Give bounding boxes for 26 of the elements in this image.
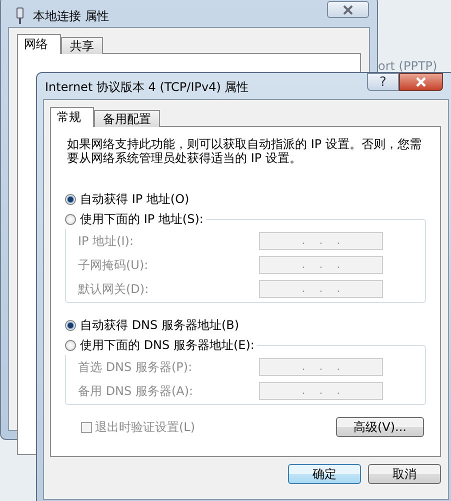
field-label: 默认网关(D): <box>78 280 149 298</box>
field-label: IP 地址(I): <box>78 232 134 250</box>
tab[interactable]: 网络 <box>17 34 61 54</box>
advanced-button[interactable]: 高级(V)... <box>336 417 424 437</box>
close-icon <box>415 77 427 87</box>
window-title: 本地连接 属性 <box>33 8 109 24</box>
field-label: 首选 DNS 服务器(P): <box>78 358 192 376</box>
field-label: 备用 DNS 服务器(A): <box>78 382 194 400</box>
tab[interactable]: 备用配置 <box>94 110 160 127</box>
radio-label: 自动获得 DNS 服务器地址(B) <box>80 316 240 334</box>
background-text: ort (PPTP) <box>378 59 438 73</box>
network-plug-icon <box>15 7 25 25</box>
radio-label: 使用下面的 DNS 服务器地址(E): <box>80 336 254 354</box>
field-label: 子网掩码(U): <box>78 256 148 274</box>
radio-label: 使用下面的 IP 地址(S): <box>80 210 204 228</box>
help-button[interactable]: ? <box>367 73 399 91</box>
close-icon <box>342 4 354 14</box>
tab[interactable]: 常规 <box>50 107 94 127</box>
dialog-button[interactable]: 取消 <box>368 464 441 484</box>
close-button[interactable] <box>399 73 443 91</box>
radio-label: 自动获得 IP 地址(O) <box>80 190 190 208</box>
dialog-button[interactable]: 确定 <box>288 464 361 484</box>
close-button[interactable] <box>327 1 369 18</box>
dialog-title: Internet 协议版本 4 (TCP/IPv4) 属性 <box>45 80 249 94</box>
description-text: 如果网络支持此功能，则可以获取自动指派的 IP 设置。否则，您需要从网络系统管理员处获得适当的 IP 设置。 <box>67 137 422 165</box>
tab[interactable]: 共享 <box>61 37 103 54</box>
